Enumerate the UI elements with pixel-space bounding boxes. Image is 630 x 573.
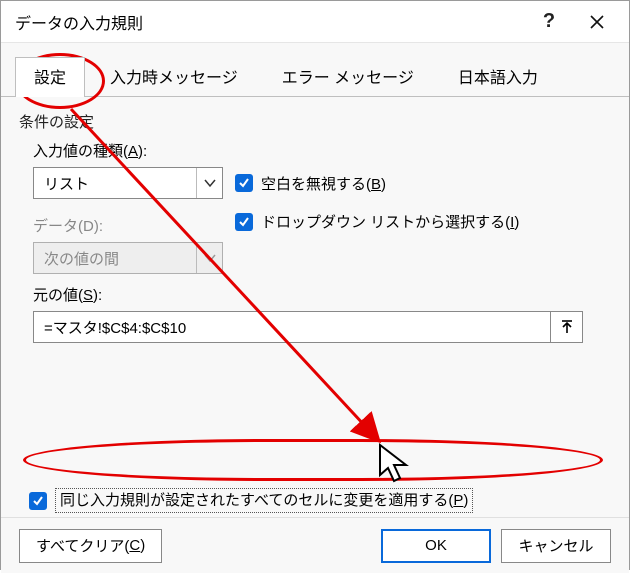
tab-input-message[interactable]: 入力時メッセージ [91,57,257,96]
tab-bar: 設定 入力時メッセージ エラー メッセージ 日本語入力 [1,43,629,97]
allow-combobox-value: リスト [34,168,196,198]
data-combobox-value: 次の値の間 [34,243,196,273]
data-validation-dialog: データの入力規則 ? 設定 入力時メッセージ エラー メッセージ 日本語入力 条… [0,0,630,570]
dialog-footer: すべてクリア(C) OK キャンセル [1,517,629,573]
source-label-pre: 元の値( [33,287,83,304]
close-button[interactable] [573,1,621,43]
allow-label-post: ): [138,143,147,160]
clear-all-button[interactable]: すべてクリア(C) [19,529,162,563]
checkbox-icon [29,492,47,510]
allow-combobox-button[interactable] [196,168,222,198]
tab-settings[interactable]: 設定 [15,57,85,96]
titlebar: データの入力規則 ? [1,1,629,43]
source-label-post: ): [93,287,102,304]
tab-ime-mode[interactable]: 日本語入力 [439,57,557,96]
ok-button[interactable]: OK [381,529,491,563]
chevron-down-icon [204,252,216,264]
allow-label-pre: 入力値の種類( [33,143,128,160]
ignore-blank-checkbox[interactable]: 空白を無視する(B) [235,173,386,194]
data-combobox-button [196,243,222,273]
allow-combobox[interactable]: リスト [33,167,223,199]
checkbox-icon [235,174,253,192]
check-icon [32,495,44,507]
data-label: データ(D): [33,215,223,236]
criteria-group: 入力値の種類(A): リスト 空白を無視する(B) [19,140,611,343]
dialog-title: データの入力規則 [15,10,525,34]
criteria-group-label: 条件の設定 [19,111,611,132]
incell-dropdown-label: ドロップダウン リストから選択する(I) [261,211,519,232]
tab-content-settings: 条件の設定 入力値の種類(A): リスト [1,97,629,517]
close-icon [590,15,604,29]
help-button[interactable]: ? [525,1,573,43]
source-mnemonic: S [83,287,93,304]
range-collapse-icon [559,319,575,335]
cancel-button[interactable]: キャンセル [501,529,611,563]
incell-dropdown-checkbox[interactable]: ドロップダウン リストから選択する(I) [235,211,519,232]
check-icon [238,177,250,189]
allow-label: 入力値の種類(A): [33,140,603,161]
checkbox-icon [235,213,253,231]
apply-all-label: 同じ入力規則が設定されたすべてのセルに変更を適用する(P) [55,488,473,513]
source-input[interactable] [33,311,551,343]
check-icon [238,216,250,228]
chevron-down-icon [204,177,216,189]
tab-error-alert[interactable]: エラー メッセージ [263,57,433,96]
source-label: 元の値(S): [33,284,603,305]
data-combobox: 次の値の間 [33,242,223,274]
range-picker-button[interactable] [551,311,583,343]
apply-all-checkbox[interactable]: 同じ入力規則が設定されたすべてのセルに変更を適用する(P) [29,488,473,513]
allow-mnemonic: A [128,143,138,160]
ignore-blank-label: 空白を無視する(B) [261,173,386,194]
